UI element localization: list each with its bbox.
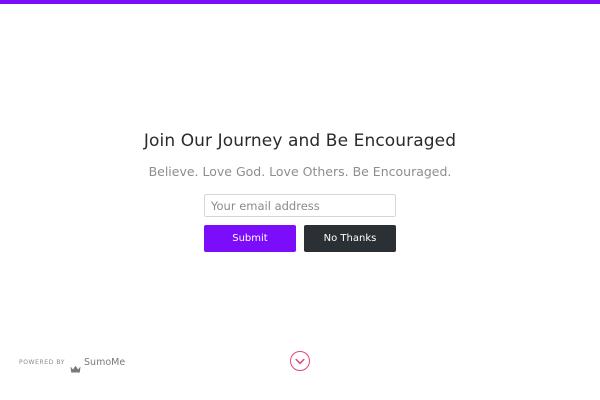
email-input[interactable] [204,194,396,217]
popup-page: Join Our Journey and Be Encouraged Belie… [0,0,600,400]
chevron-down-icon [295,358,305,365]
sumome-brand: SumoMe [84,356,126,368]
powered-by-label: POWERED BY [19,358,66,366]
popup-headline: Join Our Journey and Be Encouraged [143,131,457,151]
popup-subheadline: Believe. Love God. Love Others. Be Encou… [148,164,452,179]
scroll-down-button[interactable] [290,351,310,371]
no-thanks-button[interactable]: No Thanks [304,225,396,252]
top-accent-bar [0,0,600,4]
powered-by-sumome[interactable]: POWERED BY SumoMe [19,355,126,373]
crown-icon [70,358,81,373]
submit-button[interactable]: Submit [204,225,296,252]
